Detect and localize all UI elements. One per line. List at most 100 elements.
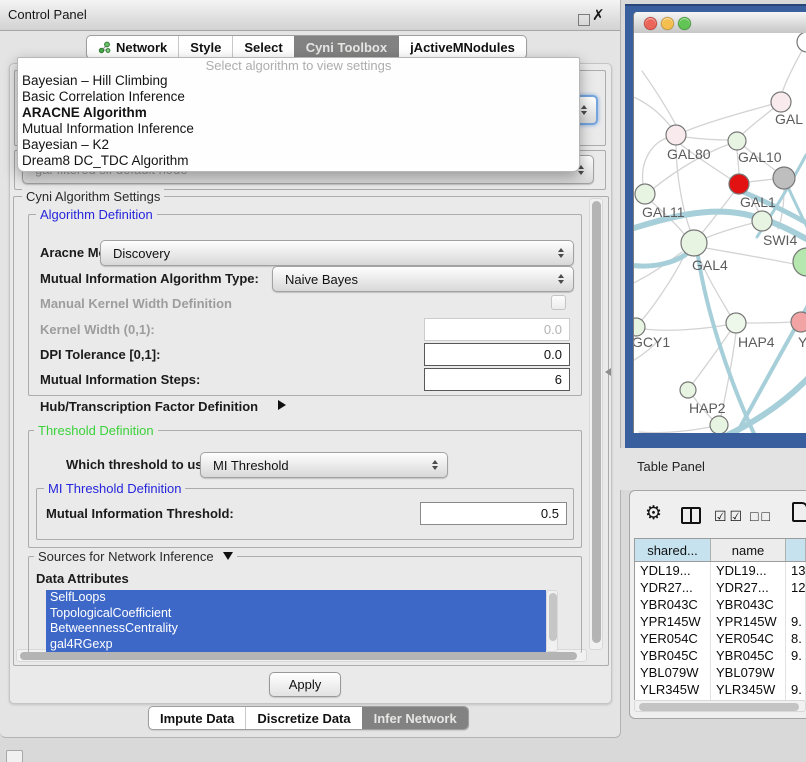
network-edge [639,425,719,433]
table-row[interactable]: YBR043CYBR043C [635,596,806,613]
network-canvas[interactable]: GALGAL80GAL10GAL1GAL11SWI4GAL4GCY1HAP4YH… [634,33,806,433]
expand-arrow-icon[interactable] [278,400,286,410]
sources-title: Sources for Network Inference [34,549,237,564]
table-row[interactable]: YDL19...YDL19...13 [635,562,806,579]
network-window-titlebar[interactable] [634,12,806,34]
settings-horizontal-scrollbar-thumb[interactable] [20,652,577,660]
table-row[interactable]: YLR345WYLR345W9. [635,681,806,698]
network-node-label: GAL4 [692,257,728,273]
tab-cyni-toolbox[interactable]: Cyni Toolbox [294,36,398,58]
table-cell: 9. [786,647,806,664]
network-node[interactable] [710,416,728,433]
network-edge [634,251,690,266]
network-icon [98,41,111,54]
table-cell: 12 [786,579,806,596]
float-window-icon[interactable] [578,14,590,26]
network-node-gal80[interactable] [666,125,686,145]
network-node-label: GAL10 [738,149,782,165]
kernel-width-label: Kernel Width (0,1): [40,322,155,337]
algorithm-option[interactable]: Bayesian – K2 [18,137,579,153]
algorithm-option[interactable]: Bayesian – Hill Climbing [18,73,579,89]
network-node-hap2[interactable] [680,382,696,398]
close-icon[interactable]: ✗ [592,6,605,24]
network-node-gal4[interactable] [681,230,707,256]
tab-infer-network[interactable]: Infer Network [362,707,468,729]
table-row[interactable]: YER054CYER054C8. [635,630,806,647]
data-attributes-label: Data Attributes [36,571,129,586]
dpi-tolerance-field[interactable]: 0.0 [424,343,570,366]
new-table-icon[interactable] [792,502,806,522]
table-row[interactable]: YDR27...YDR27...12 [635,579,806,596]
mi-threshold-field[interactable]: 0.5 [420,502,567,525]
algorithm-option[interactable]: Mutual Information Inference [18,121,579,137]
settings-gear-icon[interactable]: ⚙ [645,503,662,525]
data-attributes-list[interactable]: SelfLoopsTopologicalCoefficientBetweenne… [46,590,546,652]
tab-impute-data[interactable]: Impute Data [149,707,245,729]
combo-stepper-icon [554,248,568,258]
network-node[interactable] [797,33,806,52]
table-cell: YBR045C [711,647,786,664]
table-row[interactable]: YBR045CYBR045C9. [635,647,806,664]
deselect-checkboxes-icon[interactable]: □□ [750,508,773,524]
network-node-hap4[interactable] [726,313,746,333]
combo-stepper-icon [554,274,568,284]
attribute-item[interactable]: BetweennessCentrality [46,621,546,637]
table-cell: YDL19... [711,562,786,579]
network-edge [634,95,672,128]
network-node-swi4[interactable] [752,211,772,231]
manual-kernel-label: Manual Kernel Width Definition [40,296,232,311]
tab-jactivemnodules[interactable]: jActiveMNodules [398,36,526,58]
aracne-mode-combo[interactable]: Discovery [100,240,574,266]
table-horizontal-scrollbar-thumb[interactable] [639,703,799,711]
attribute-item[interactable]: SelfLoops [46,590,546,606]
close-traffic-light-icon[interactable] [644,17,657,30]
mi-type-combo[interactable]: Naive Bayes [272,266,574,292]
network-node-gal1[interactable] [729,174,749,194]
split-columns-icon[interactable] [681,507,701,524]
hub-definition-label: Hub/Transcription Factor Definition [40,399,258,414]
network-node[interactable] [773,167,795,189]
table-row[interactable]: YBL079WYBL079W [635,664,806,681]
which-threshold-combo[interactable]: MI Threshold [200,452,448,478]
table-header-row: shared...name [635,539,806,562]
panel-collapse-arrow-icon[interactable] [605,368,611,376]
algorithm-option[interactable]: ARACNE Algorithm [18,105,579,121]
network-node-y[interactable] [791,312,806,332]
algorithm-option[interactable]: Basic Correlation Inference [18,89,579,105]
tab-select[interactable]: Select [232,36,293,58]
mi-steps-field[interactable]: 6 [424,368,570,391]
collapse-arrow-icon[interactable] [223,552,233,560]
table-horizontal-scrollbar[interactable] [634,700,806,712]
tab-network[interactable]: Network [87,36,178,58]
algorithm-option[interactable]: Dream8 DC_TDC Algorithm [18,153,579,169]
tab-style[interactable]: Style [178,36,232,58]
minimize-traffic-light-icon[interactable] [661,17,674,30]
settings-vertical-scrollbar[interactable] [589,198,603,650]
network-node-gal10[interactable] [728,132,746,150]
table-cell: YER054C [711,630,786,647]
network-edge [684,102,781,132]
network-node[interactable] [793,248,806,276]
attributes-scrollbar-thumb[interactable] [549,593,557,641]
table-cell: YPR145W [635,613,711,630]
column-header[interactable]: shared... [635,539,711,561]
select-checkboxes-icon[interactable]: ☑☑ [714,508,745,525]
network-node-gal11[interactable] [635,184,655,204]
zoom-traffic-light-icon[interactable] [678,17,691,30]
tab-label: Infer Network [374,711,457,726]
which-threshold-label: Which threshold to use: [66,457,214,472]
table-row[interactable]: YPR145WYPR145W9. [635,613,806,630]
network-node-label: GAL [775,111,803,127]
column-header[interactable]: name [711,539,786,561]
minimized-window-icon[interactable] [6,750,23,762]
apply-button[interactable]: Apply [269,672,341,697]
table-cell: YBL079W [635,664,711,681]
tab-discretize-data[interactable]: Discretize Data [245,707,361,729]
attribute-item[interactable]: TopologicalCoefficient [46,606,546,622]
column-header[interactable] [786,539,806,561]
attributes-scrollbar[interactable] [546,590,558,652]
network-node-gal[interactable] [771,92,791,112]
settings-vertical-scrollbar-thumb[interactable] [592,201,601,643]
node-table: shared...name YDL19...YDL19...13YDR27...… [634,538,806,700]
attribute-item[interactable]: gal4RGexp [46,637,546,653]
